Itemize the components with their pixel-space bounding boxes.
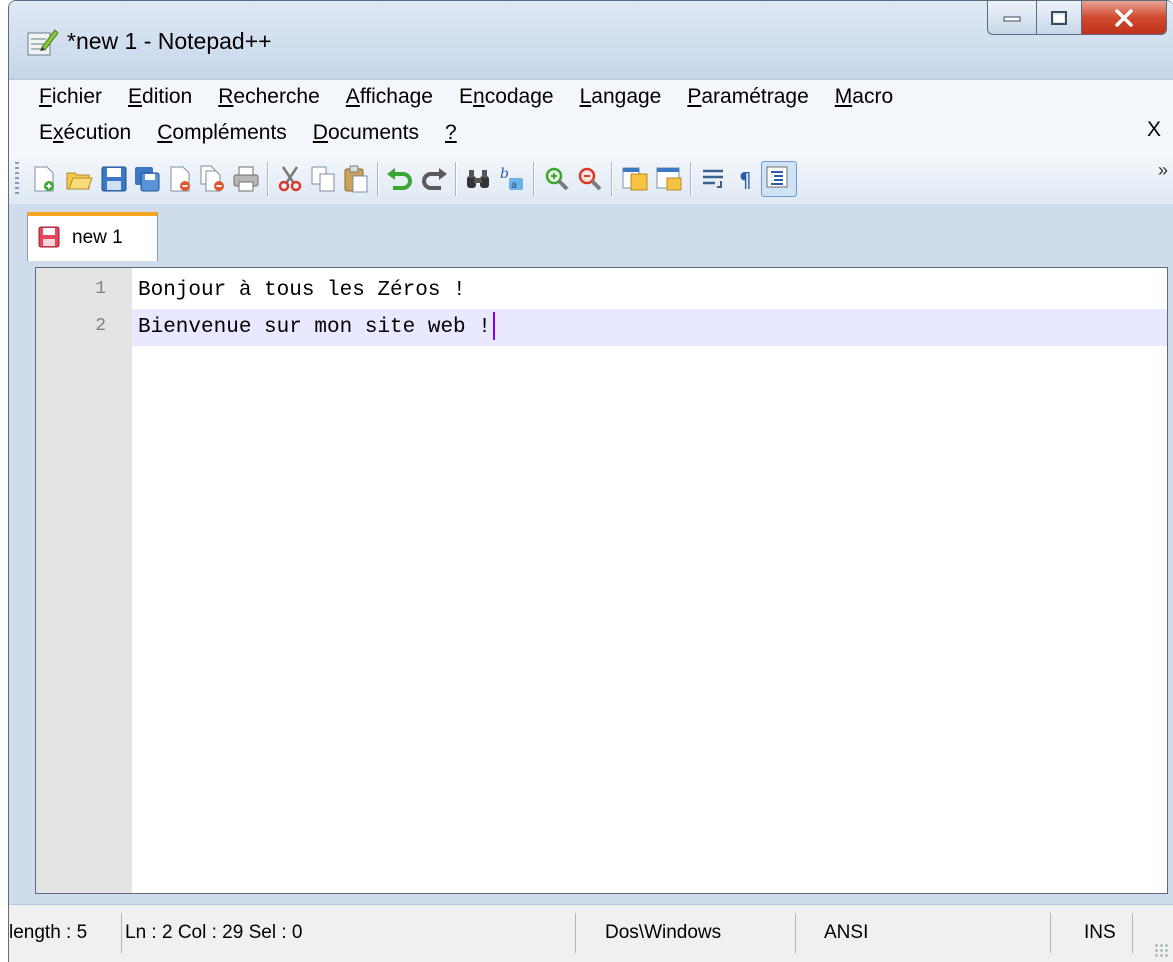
unsaved-file-icon	[38, 226, 60, 248]
maximize-button[interactable]	[1037, 1, 1082, 35]
sync-vertical-icon[interactable]	[620, 164, 650, 194]
toolbar-separator	[690, 162, 691, 196]
line-number: 1	[95, 279, 106, 299]
notepadpp-window: *new 1 - Notepad++ Fichier Edition Recherc…	[8, 0, 1173, 962]
text-caret	[492, 312, 495, 341]
copy-icon[interactable]	[308, 164, 338, 194]
cut-icon[interactable]	[275, 164, 305, 194]
menu-item-langage[interactable]: Langage	[580, 85, 662, 109]
title-bar[interactable]: *new 1 - Notepad++	[9, 1, 1173, 79]
maximize-icon	[1051, 10, 1067, 25]
menu-item-recherche[interactable]: Recherche	[218, 85, 320, 109]
save-icon[interactable]	[99, 164, 129, 194]
toolbar: ba ¶ »	[9, 152, 1173, 205]
sync-horizontal-icon[interactable]	[654, 164, 684, 194]
minimize-button[interactable]	[987, 1, 1037, 35]
line-number-gutter[interactable]: 1 2	[36, 268, 132, 893]
tab-strip: new 1	[9, 204, 1173, 261]
close-all-icon[interactable]	[198, 164, 228, 194]
word-wrap-icon[interactable]	[699, 164, 729, 194]
code-line-text: Bonjour à tous les Zéros !	[138, 279, 466, 302]
close-file-icon[interactable]	[165, 164, 195, 194]
toolbar-grip[interactable]	[15, 162, 19, 196]
window-title: *new 1 - Notepad++	[67, 28, 272, 54]
menu-item-documents[interactable]: Documents	[313, 121, 419, 145]
svg-text:a: a	[511, 180, 517, 191]
window-controls	[987, 1, 1167, 35]
open-file-icon[interactable]	[64, 164, 94, 194]
find-icon[interactable]	[463, 164, 493, 194]
toolbar-separator	[267, 162, 268, 196]
print-icon[interactable]	[231, 164, 261, 194]
paste-icon[interactable]	[341, 164, 371, 194]
menu-item-fichier[interactable]: Fichier	[39, 85, 102, 109]
replace-icon[interactable]: ba	[497, 164, 527, 194]
menu-item-paramétrage[interactable]: Paramétrage	[687, 85, 808, 109]
toolbar-separator	[533, 162, 534, 196]
menu-row-1: Fichier Edition Recherche Affichage Encodage…	[39, 80, 919, 114]
menu-row-2: Exécution Compléments Documents?	[39, 116, 483, 150]
menu-item-help[interactable]: ?	[445, 121, 457, 145]
code-line-text: Bienvenue sur mon site web !	[138, 316, 491, 339]
text-editor[interactable]: 1 2 Bonjour à tous les Zéros ! Bienvenue…	[35, 267, 1168, 894]
resize-grip[interactable]	[1154, 943, 1168, 957]
menu-item-compléments[interactable]: Compléments	[157, 121, 287, 145]
new-file-icon[interactable]	[29, 164, 59, 194]
tab-new-1[interactable]: new 1	[27, 212, 158, 261]
zoom-out-icon[interactable]	[575, 164, 605, 194]
zoom-in-icon[interactable]	[542, 164, 572, 194]
menu-item-exécution[interactable]: Exécution	[39, 121, 131, 145]
indent-guide-icon[interactable]	[761, 161, 797, 197]
status-eol[interactable]: Dos\Windows	[605, 913, 796, 953]
status-length: length : 5	[9, 913, 122, 953]
menu-item-edition[interactable]: Edition	[128, 85, 192, 109]
toolbar-separator	[455, 162, 456, 196]
status-encoding[interactable]: ANSI	[824, 913, 1051, 953]
show-all-chars-icon[interactable]: ¶	[732, 164, 762, 194]
close-icon	[1115, 8, 1133, 27]
status-mode[interactable]: INS	[1084, 913, 1133, 953]
toolbar-separator	[611, 162, 612, 196]
status-bar: length : 5 Ln : 2 Col : 29 Sel : 0 Dos\W…	[9, 904, 1173, 962]
menu-item-affichage[interactable]: Affichage	[346, 85, 433, 109]
code-line-current[interactable]: Bienvenue sur mon site web !	[132, 309, 1167, 346]
menu-item-encodage[interactable]: Encodage	[459, 85, 554, 109]
undo-icon[interactable]	[385, 164, 415, 194]
close-window-button[interactable]	[1082, 1, 1167, 35]
notepad-app-icon[interactable]	[27, 27, 59, 57]
status-position: Ln : 2 Col : 29 Sel : 0	[125, 913, 576, 953]
svg-text:b: b	[500, 166, 509, 182]
minimize-icon	[1003, 16, 1021, 21]
line-number: 2	[95, 316, 106, 336]
close-document-button[interactable]: X	[1147, 118, 1161, 142]
menu-bar: Fichier Edition Recherche Affichage Encodage…	[9, 79, 1173, 154]
save-all-icon[interactable]	[132, 164, 162, 194]
menu-item-macro[interactable]: Macro	[835, 85, 893, 109]
toolbar-overflow-button[interactable]: »	[1158, 160, 1168, 181]
tab-label: new 1	[72, 227, 123, 248]
redo-icon[interactable]	[419, 164, 449, 194]
svg-text:¶: ¶	[739, 168, 752, 192]
toolbar-separator	[377, 162, 378, 196]
code-line[interactable]: Bonjour à tous les Zéros !	[132, 272, 1167, 309]
